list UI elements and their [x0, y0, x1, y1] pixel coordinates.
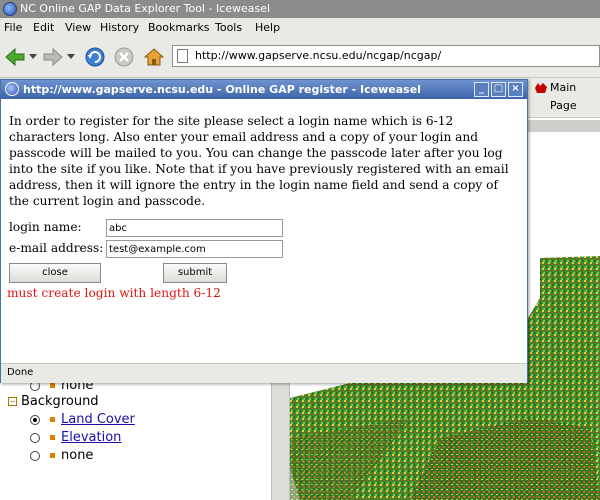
main-window-title: NC Online GAP Data Explorer Tool - Icewe…: [20, 2, 271, 15]
popup-status-bar: Done: [1, 363, 527, 383]
bullet-icon: [50, 435, 55, 440]
background-option-none[interactable]: none: [30, 448, 93, 463]
menu-tools[interactable]: Tools: [215, 21, 242, 34]
close-button[interactable]: close: [9, 263, 101, 283]
popup-titlebar[interactable]: http://www.gapserve.ncsu.edu - Online GA…: [1, 80, 527, 99]
registration-instructions: In order to register for the site please…: [9, 114, 509, 208]
menu-help[interactable]: Help: [255, 21, 280, 34]
bullet-icon: [50, 453, 55, 458]
wolf-logo-icon: [535, 83, 547, 93]
main-window-titlebar: NC Online GAP Data Explorer Tool - Icewe…: [0, 0, 600, 18]
map-header: [528, 120, 600, 132]
register-popup-window: http://www.gapserve.ncsu.edu - Online GA…: [0, 79, 528, 383]
menu-history[interactable]: History: [100, 21, 139, 34]
background-option-land-cover[interactable]: Land Cover: [30, 412, 135, 427]
forward-history-chevron-icon[interactable]: [67, 54, 75, 60]
maximize-button[interactable]: □: [491, 82, 506, 97]
page-icon: [177, 49, 188, 63]
submit-button[interactable]: submit: [163, 263, 227, 283]
menu-edit[interactable]: Edit: [33, 21, 54, 34]
login-name-label: login name:: [9, 220, 82, 234]
forward-arrow-icon[interactable]: [42, 46, 64, 68]
home-icon[interactable]: [143, 46, 165, 68]
iceweasel-icon: [5, 82, 19, 96]
radio-none[interactable]: [30, 450, 40, 461]
elevation-link[interactable]: Elevation: [61, 430, 121, 445]
minimize-button[interactable]: _: [474, 82, 489, 97]
bullet-icon: [50, 417, 55, 422]
background-option-elevation[interactable]: Elevation: [30, 430, 121, 445]
back-arrow-icon[interactable]: [4, 46, 26, 68]
reload-icon[interactable]: [84, 46, 106, 68]
menu-file[interactable]: File: [4, 21, 22, 34]
status-text: Done: [7, 367, 34, 378]
register-form: In order to register for the site please…: [1, 99, 527, 362]
background-group[interactable]: − Background: [8, 394, 99, 409]
close-window-button[interactable]: ×: [508, 82, 523, 97]
email-address-input[interactable]: [106, 240, 283, 258]
radio-elevation[interactable]: [30, 432, 40, 443]
menu-view[interactable]: View: [65, 21, 91, 34]
url-bar[interactable]: http://www.gapserve.ncsu.edu/ncgap/ncgap…: [172, 45, 600, 67]
url-text: http://www.gapserve.ncsu.edu/ncgap/ncgap…: [195, 49, 442, 62]
login-name-input[interactable]: [106, 219, 283, 237]
radio-land-cover[interactable]: [30, 414, 40, 425]
validation-error-message: must create login with length 6-12: [7, 286, 221, 300]
popup-title: http://www.gapserve.ncsu.edu - Online GA…: [23, 83, 421, 96]
email-address-label: e-mail address:: [9, 241, 104, 255]
bullet-icon: [50, 383, 55, 388]
back-history-chevron-icon[interactable]: [29, 54, 37, 60]
collapse-icon[interactable]: −: [8, 397, 17, 406]
land-cover-link[interactable]: Land Cover: [61, 412, 135, 427]
menu-bar: File Edit View History Bookmarks Tools H…: [0, 19, 600, 37]
iceweasel-icon: [3, 2, 17, 16]
menu-bookmarks[interactable]: Bookmarks: [148, 21, 209, 34]
stop-icon[interactable]: [113, 46, 135, 68]
main-page-tab[interactable]: Main Page: [528, 79, 600, 112]
